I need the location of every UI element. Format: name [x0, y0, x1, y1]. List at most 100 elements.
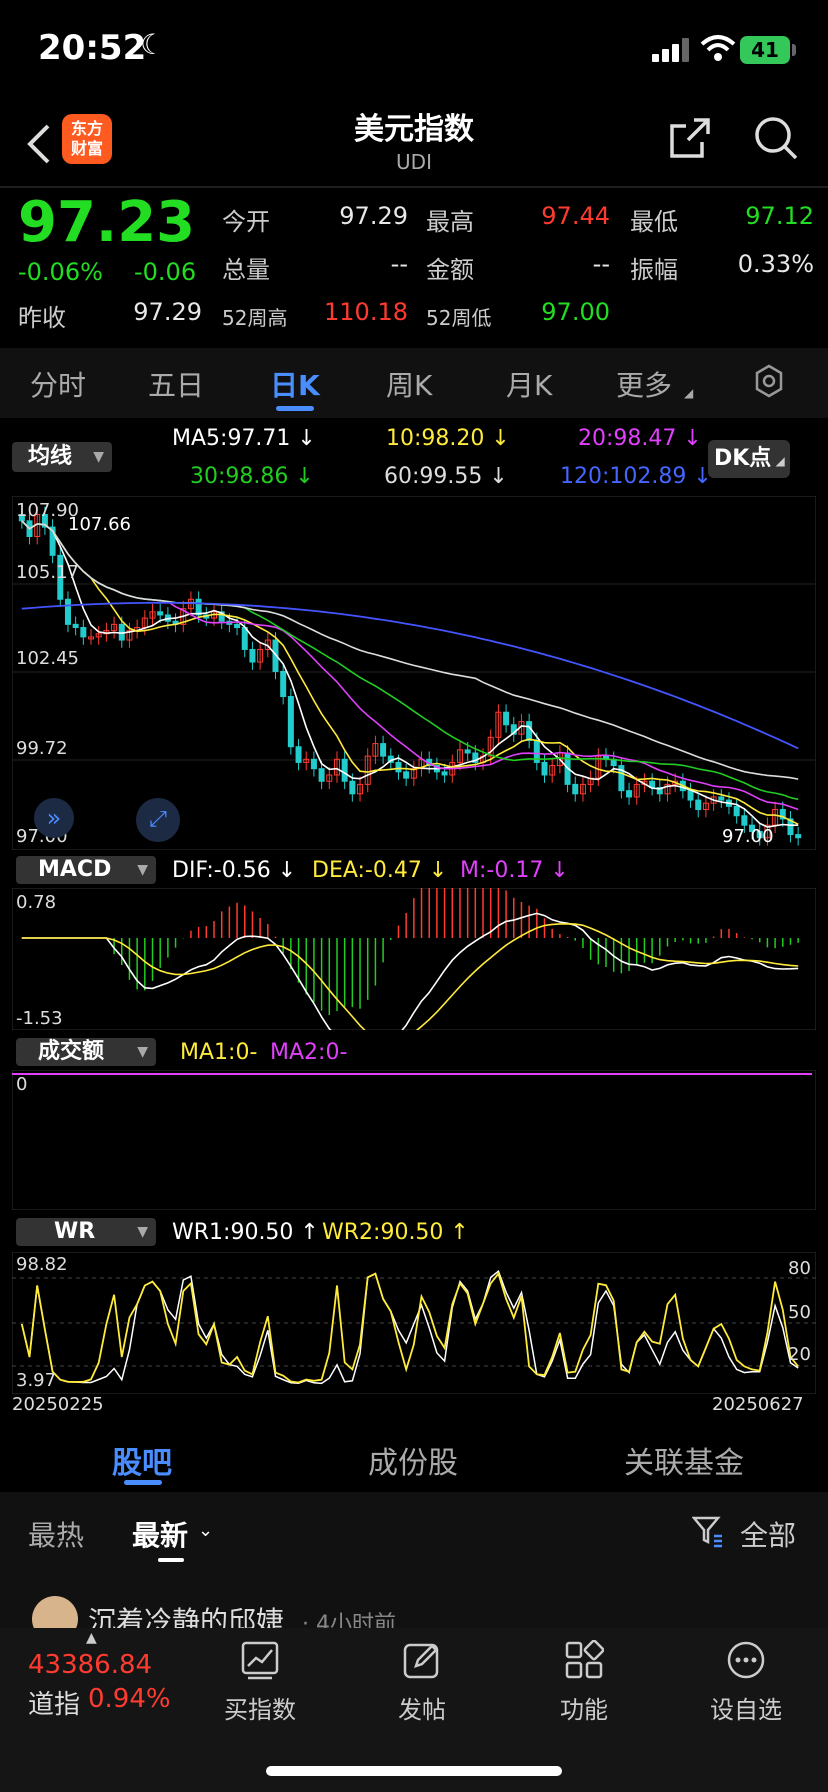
- low-value: 97.12: [745, 202, 814, 230]
- candle-body: [80, 627, 87, 638]
- wr2-text: WR2:90.50: [322, 1220, 444, 1245]
- tabbar-functions[interactable]: 功能: [524, 1640, 644, 1725]
- amount-value: --: [592, 250, 610, 278]
- wr-20-label: 20: [788, 1344, 811, 1365]
- ma60-legend: 60:99.55 ↓: [384, 464, 508, 489]
- chevron-down-icon: ▼: [93, 449, 104, 465]
- low-label: 最低: [630, 208, 678, 236]
- ma5-text: MA5:97.71: [172, 426, 291, 451]
- turnover-ma2: MA2:0-: [270, 1040, 348, 1065]
- filter-label[interactable]: 全部: [740, 1514, 796, 1554]
- candle-body: [733, 805, 740, 817]
- tab-guba[interactable]: 股吧: [112, 1438, 172, 1482]
- wr1-value: WR1:90.50 ↑: [172, 1220, 319, 1245]
- candle-body: [795, 834, 802, 839]
- turnover-ma1: MA1:0-: [180, 1040, 258, 1065]
- candle-body: [249, 648, 256, 663]
- grid-icon: [565, 1640, 604, 1679]
- sort-new[interactable]: 最新: [132, 1514, 188, 1554]
- tabbar-watchlist[interactable]: 设自选: [686, 1640, 806, 1725]
- macd-m: M:-0.17 ↓: [460, 858, 569, 883]
- end-date: 20250627: [712, 1394, 804, 1415]
- macd-dea-text: DEA:-0.47: [312, 858, 422, 883]
- turnover-chart[interactable]: [12, 1070, 816, 1210]
- candle-body: [541, 761, 548, 776]
- macd-chart[interactable]: [12, 888, 816, 1030]
- tab-weekly-k[interactable]: 周K: [386, 364, 432, 404]
- macd-selector[interactable]: MACD ▼: [16, 856, 156, 884]
- candle-body: [503, 711, 510, 726]
- volume-label: 总量: [222, 256, 270, 284]
- edit-icon: [403, 1643, 439, 1679]
- ma60-line: [21, 520, 799, 780]
- high-label: 最高: [426, 208, 474, 236]
- w52-high-label: 52周高: [222, 306, 288, 330]
- moon-icon: ☾: [140, 28, 166, 61]
- tab-daily-k[interactable]: 日K: [270, 364, 320, 404]
- tab-monthly-k[interactable]: 月K: [506, 364, 552, 404]
- wifi-icon: [700, 35, 736, 61]
- amplitude-label: 振幅: [630, 256, 678, 284]
- candle-body: [287, 696, 294, 748]
- ticker-value[interactable]: 43386.84: [28, 1650, 152, 1680]
- macd-dif: DIF:-0.56 ↓: [172, 858, 297, 883]
- battery-icon: 41: [740, 36, 790, 64]
- ticker-name[interactable]: 道指: [28, 1684, 80, 1721]
- tabbar-post[interactable]: 发帖: [362, 1640, 482, 1725]
- search-icon[interactable]: [752, 114, 800, 162]
- tab-intraday[interactable]: 分时: [30, 364, 86, 404]
- ma10-legend: 10:98.20 ↓: [386, 426, 510, 451]
- dk-point-button[interactable]: DK点 ◢: [708, 440, 790, 478]
- tab-more[interactable]: 更多: [616, 364, 672, 404]
- expand-left-icon[interactable]: »: [34, 798, 74, 838]
- candle-body: [241, 627, 248, 650]
- signal-icon: [652, 38, 689, 62]
- tab-constituents[interactable]: 成份股: [368, 1438, 458, 1482]
- tab-underline: [276, 406, 314, 411]
- tabbar-post-label: 发帖: [398, 1696, 446, 1724]
- divider: [0, 186, 828, 188]
- wr-selector[interactable]: WR ▼: [16, 1218, 156, 1246]
- wr-chart[interactable]: [12, 1252, 816, 1394]
- macd-top-label: 0.78: [16, 892, 57, 913]
- last-price: 97.23: [18, 190, 196, 255]
- candle-body: [157, 611, 164, 616]
- ma20-text: 20:98.47: [578, 426, 677, 451]
- macd-dif-line: [21, 912, 799, 1030]
- wr-80-label: 80: [788, 1258, 811, 1279]
- macd-m-text: M:-0.17: [460, 858, 544, 883]
- ma60-text: 60:99.55: [384, 464, 483, 489]
- candle-body: [718, 796, 725, 801]
- last-annotation: 97.00: [722, 826, 774, 847]
- tabbar-buy-index-label: 买指数: [224, 1696, 296, 1724]
- gear-icon[interactable]: [752, 364, 786, 398]
- candle-body: [441, 771, 448, 776]
- candle-body: [741, 815, 748, 826]
- candle-body: [310, 758, 317, 770]
- tabbar-watchlist-label: 设自选: [710, 1696, 782, 1724]
- y-axis-label: 102.45: [16, 648, 79, 669]
- tab-5day[interactable]: 五日: [148, 364, 204, 404]
- open-label: 今开: [222, 208, 270, 236]
- sort-hot[interactable]: 最热: [28, 1514, 84, 1554]
- chevron-down-icon[interactable]: ⌄: [198, 1520, 213, 1541]
- dk-caret-icon: ◢: [771, 454, 785, 468]
- share-icon[interactable]: [666, 114, 714, 162]
- candlestick-chart[interactable]: [12, 496, 816, 850]
- change-percent: -0.06%: [18, 258, 103, 286]
- turnover-selector[interactable]: 成交额 ▼: [16, 1038, 156, 1066]
- candle-body: [295, 746, 302, 763]
- filter-icon[interactable]: [692, 1514, 724, 1548]
- tab-related-funds[interactable]: 关联基金: [624, 1438, 744, 1482]
- candle-body: [64, 598, 71, 625]
- ticker-percent[interactable]: 0.94%: [88, 1684, 171, 1714]
- ma30-legend: 30:98.86 ↓: [190, 464, 314, 489]
- candle-body: [72, 623, 79, 629]
- tabbar-buy-index[interactable]: 买指数: [200, 1640, 320, 1725]
- ma-selector[interactable]: 均线 ▼: [12, 442, 112, 472]
- start-date: 20250225: [12, 1394, 104, 1415]
- ma10-text: 10:98.20: [386, 426, 485, 451]
- candle-body: [687, 790, 694, 801]
- fullscreen-icon[interactable]: ⤢: [136, 798, 180, 842]
- wr-50-label: 50: [788, 1302, 811, 1323]
